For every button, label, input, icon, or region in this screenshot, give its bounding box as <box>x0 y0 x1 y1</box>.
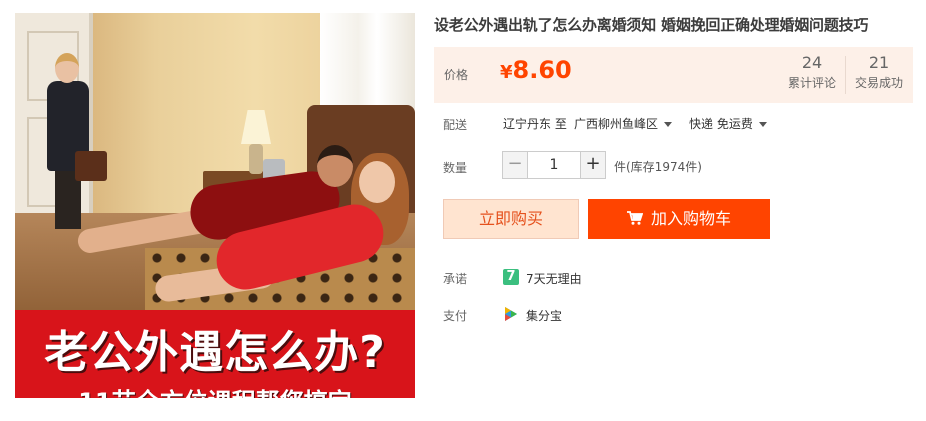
wife-head <box>55 53 79 83</box>
shipping-origin: 辽宁丹东 至 <box>503 117 567 131</box>
price-box: 价格 ¥8.60 24 累计评论 21 交易成功 <box>434 47 913 103</box>
stock-text: 件(库存1974件) <box>614 160 702 174</box>
product-image[interactable]: 老公外遇怎么办? 11节全方位课程帮您搞定 <box>15 13 415 398</box>
promise-label: 承诺 <box>443 272 468 286</box>
price-currency: ¥ <box>500 62 513 83</box>
man-head <box>317 145 353 187</box>
shipping-label: 配送 <box>443 118 468 132</box>
product-page: 老公外遇怎么办? 11节全方位课程帮您搞定 设老公外遇出轨了怎么办离婚须知 婚姻… <box>0 0 926 421</box>
chevron-down-icon <box>664 122 673 127</box>
payment-text[interactable]: 集分宝 <box>526 307 562 324</box>
quantity-input[interactable]: 1 <box>528 151 580 179</box>
price-label: 价格 <box>444 68 469 82</box>
add-to-cart-label: 加入购物车 <box>650 209 731 228</box>
shipping-method: 快递 免运费 <box>689 117 753 131</box>
seven-day-return-icon: 7 <box>503 269 519 285</box>
price-value: ¥8.60 <box>500 56 572 84</box>
stat-transactions-label: 交易成功 <box>854 76 903 90</box>
price-amount: 8.60 <box>512 56 572 84</box>
chevron-down-icon <box>758 122 767 127</box>
stat-transactions[interactable]: 21 交易成功 <box>853 53 905 91</box>
woman-head <box>359 161 395 203</box>
promise-text[interactable]: 7天无理由 <box>526 270 582 287</box>
stat-reviews[interactable]: 24 累计评论 <box>787 53 837 91</box>
stat-reviews-label: 累计评论 <box>787 76 836 90</box>
quantity-label: 数量 <box>443 161 468 175</box>
add-to-cart-button[interactable]: 加入购物车 <box>588 199 770 239</box>
quantity-increase-button[interactable]: + <box>580 151 606 179</box>
banner-subtitle: 11节全方位课程帮您搞定 <box>78 382 351 398</box>
shipping-method-select[interactable]: 快递 免运费 <box>689 115 767 132</box>
banner-title: 老公外遇怎么办? <box>44 327 386 378</box>
shipping-destination: 广西柳州鱼峰区 <box>574 117 659 131</box>
quantity-decrease-button[interactable]: − <box>502 151 528 179</box>
stat-reviews-count: 24 <box>801 53 823 72</box>
buy-now-button[interactable]: 立即购买 <box>443 199 579 239</box>
shipping-destination-select[interactable]: 广西柳州鱼峰区 <box>574 115 673 132</box>
stat-divider <box>845 56 846 94</box>
image-banner: 老公外遇怎么办? 11节全方位课程帮您搞定 <box>15 310 415 398</box>
lamp-base <box>249 144 263 174</box>
jifenbao-icon <box>505 307 517 321</box>
quantity-stepper: − 1 + <box>502 151 606 179</box>
briefcase <box>75 151 107 181</box>
cart-icon <box>626 211 643 225</box>
payment-label: 支付 <box>443 309 468 323</box>
product-title: 设老公外遇出轨了怎么办离婚须知 婚姻挽回正确处理婚姻问题技巧 <box>434 16 869 34</box>
stat-transactions-count: 21 <box>868 53 890 72</box>
